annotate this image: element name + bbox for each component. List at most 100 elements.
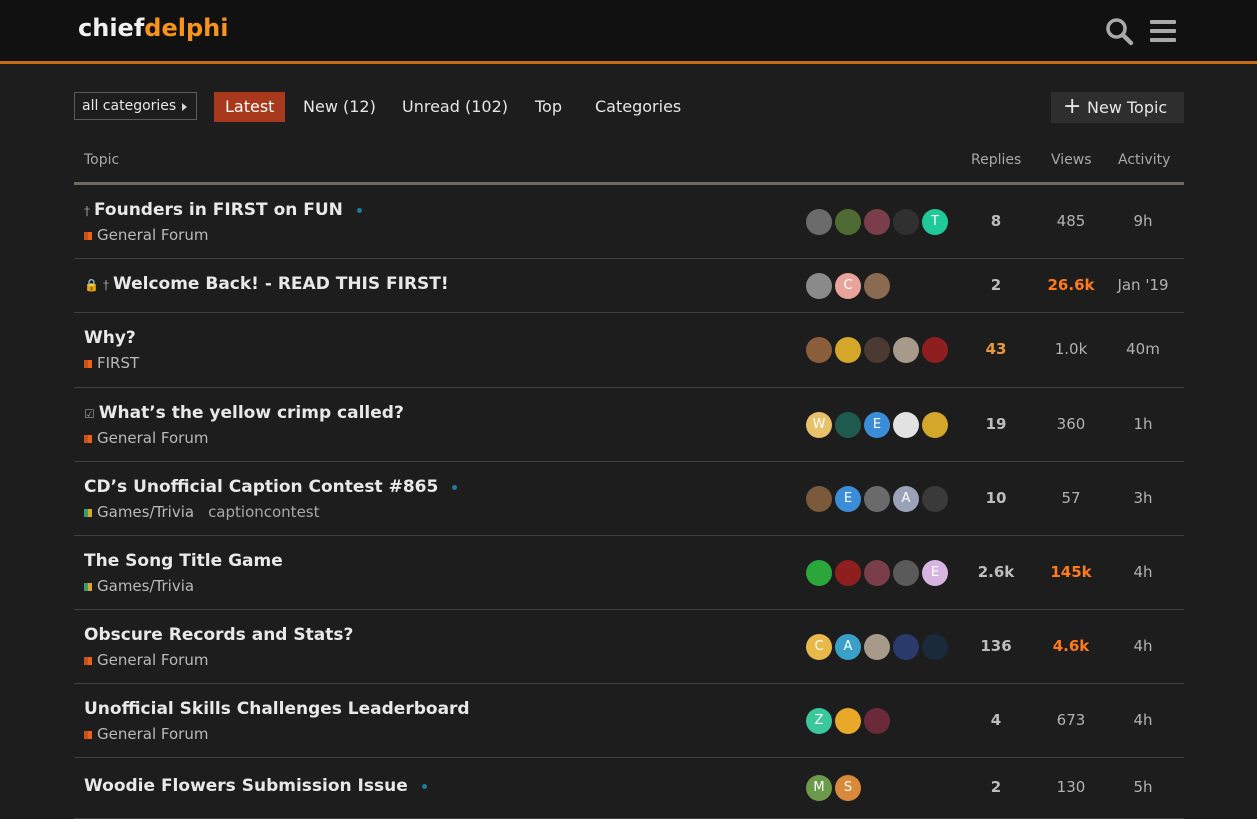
- topic-row[interactable]: Why? FIRST 43 1.0k 40m: [74, 313, 1184, 388]
- avatar[interactable]: [922, 485, 948, 512]
- avatar[interactable]: [806, 337, 832, 363]
- views-count[interactable]: 1.0k: [1031, 340, 1111, 358]
- topic-category[interactable]: Games/Trivia captioncontest: [84, 503, 320, 521]
- tab-latest[interactable]: Latest: [214, 92, 286, 122]
- avatar[interactable]: [922, 337, 948, 363]
- avatar[interactable]: E: [835, 485, 861, 512]
- avatar[interactable]: [835, 707, 861, 734]
- new-topic-button[interactable]: + New Topic: [1051, 92, 1184, 123]
- topic-category[interactable]: Games/Trivia: [84, 577, 194, 595]
- avatar[interactable]: S: [835, 775, 861, 801]
- avatar[interactable]: [893, 411, 919, 438]
- site-logo[interactable]: chiefdelphi: [78, 14, 228, 42]
- avatar[interactable]: A: [893, 485, 919, 512]
- avatar[interactable]: [835, 559, 861, 586]
- avatar[interactable]: E: [864, 411, 890, 438]
- avatar[interactable]: Z: [806, 707, 832, 734]
- avatar[interactable]: C: [835, 272, 861, 299]
- activity-time[interactable]: 4h: [1103, 711, 1183, 729]
- topic-title-link[interactable]: 🔒 † Welcome Back! - READ THIS FIRST!: [84, 274, 449, 294]
- avatar[interactable]: [864, 208, 890, 235]
- search-icon[interactable]: [1104, 16, 1134, 46]
- avatar[interactable]: [893, 559, 919, 586]
- activity-time[interactable]: 9h: [1103, 212, 1183, 230]
- column-header-topic[interactable]: Topic: [84, 152, 119, 168]
- topic-title-link[interactable]: The Song Title Game: [84, 551, 283, 571]
- topic-title-link[interactable]: Woodie Flowers Submission Issue: [84, 776, 427, 796]
- avatar[interactable]: [806, 208, 832, 235]
- activity-time[interactable]: 40m: [1103, 340, 1183, 358]
- topic-category[interactable]: General Forum: [84, 725, 208, 743]
- activity-time[interactable]: 5h: [1103, 778, 1183, 796]
- avatar[interactable]: [864, 272, 890, 299]
- tab-categories[interactable]: Categories: [584, 92, 692, 122]
- avatar[interactable]: [864, 559, 890, 586]
- avatar[interactable]: C: [806, 633, 832, 660]
- views-count[interactable]: 26.6k: [1031, 276, 1111, 294]
- avatar[interactable]: E: [922, 559, 948, 586]
- tab-top[interactable]: Top: [524, 92, 573, 122]
- topic-row[interactable]: Obscure Records and Stats? General Forum C…: [74, 610, 1184, 684]
- topic-category[interactable]: FIRST: [84, 354, 139, 372]
- hamburger-menu-icon[interactable]: [1148, 16, 1178, 46]
- topic-title-link[interactable]: ☑ What’s the yellow crimp called?: [84, 403, 404, 423]
- avatar[interactable]: W: [806, 411, 832, 438]
- replies-count[interactable]: 43: [956, 340, 1036, 358]
- topic-row[interactable]: The Song Title Game Games/Trivia E 2.6k 145k…: [74, 536, 1184, 610]
- activity-time[interactable]: 3h: [1103, 489, 1183, 507]
- topic-title-link[interactable]: CD’s Unofficial Caption Contest #865: [84, 477, 458, 497]
- activity-time[interactable]: 1h: [1103, 415, 1183, 433]
- avatar[interactable]: [835, 411, 861, 438]
- replies-count[interactable]: 4: [956, 711, 1036, 729]
- topic-category[interactable]: General Forum: [84, 226, 208, 244]
- replies-count[interactable]: 136: [956, 637, 1036, 655]
- avatar[interactable]: [864, 337, 890, 363]
- activity-time[interactable]: 4h: [1103, 637, 1183, 655]
- replies-count[interactable]: 19: [956, 415, 1036, 433]
- replies-count[interactable]: 8: [956, 212, 1036, 230]
- avatar[interactable]: [893, 208, 919, 235]
- tab-unread[interactable]: Unread (102): [391, 92, 519, 122]
- views-count[interactable]: 145k: [1031, 563, 1111, 581]
- activity-time[interactable]: 4h: [1103, 563, 1183, 581]
- avatar[interactable]: M: [806, 775, 832, 801]
- replies-count[interactable]: 2: [956, 778, 1036, 796]
- avatar[interactable]: [922, 633, 948, 660]
- avatar[interactable]: [806, 559, 832, 586]
- replies-count[interactable]: 10: [956, 489, 1036, 507]
- column-header-views[interactable]: Views: [1051, 152, 1092, 168]
- column-header-replies[interactable]: Replies: [971, 152, 1021, 168]
- topic-row[interactable]: Woodie Flowers Submission Issue M S 2 130 5h: [74, 758, 1184, 819]
- views-count[interactable]: 360: [1031, 415, 1111, 433]
- topic-title-link[interactable]: † Founders in FIRST on FUN: [84, 200, 362, 220]
- views-count[interactable]: 4.6k: [1031, 637, 1111, 655]
- avatar[interactable]: [835, 337, 861, 363]
- avatar[interactable]: T: [922, 208, 948, 235]
- topic-title-link[interactable]: Why?: [84, 328, 136, 348]
- avatar[interactable]: A: [835, 633, 861, 660]
- avatar[interactable]: [835, 208, 861, 235]
- replies-count[interactable]: 2.6k: [956, 563, 1036, 581]
- topic-category[interactable]: General Forum: [84, 429, 208, 447]
- topic-tag[interactable]: captioncontest: [208, 503, 319, 521]
- topic-row[interactable]: CD’s Unofficial Caption Contest #865 Game…: [74, 462, 1184, 536]
- avatar[interactable]: [922, 411, 948, 438]
- tab-new[interactable]: New (12): [292, 92, 387, 122]
- avatar[interactable]: [864, 633, 890, 660]
- avatar[interactable]: [864, 707, 890, 734]
- topic-title-link[interactable]: Unofficial Skills Challenges Leaderboard: [84, 699, 470, 719]
- avatar[interactable]: [806, 485, 832, 512]
- topic-row[interactable]: Unofficial Skills Challenges Leaderboard…: [74, 684, 1184, 758]
- topic-row[interactable]: 🔒 † Welcome Back! - READ THIS FIRST! C 2 26.6…: [74, 259, 1184, 313]
- views-count[interactable]: 485: [1031, 212, 1111, 230]
- activity-time[interactable]: Jan '19: [1103, 276, 1183, 294]
- avatar[interactable]: [893, 633, 919, 660]
- topic-row[interactable]: ☑ What’s the yellow crimp called? General …: [74, 388, 1184, 462]
- topic-category[interactable]: General Forum: [84, 651, 208, 669]
- column-header-activity[interactable]: Activity: [1118, 152, 1170, 168]
- avatar[interactable]: [893, 337, 919, 363]
- replies-count[interactable]: 2: [956, 276, 1036, 294]
- category-dropdown[interactable]: all categories: [74, 92, 197, 120]
- avatar[interactable]: [864, 485, 890, 512]
- topic-row[interactable]: † Founders in FIRST on FUN General Forum T 8…: [74, 185, 1184, 259]
